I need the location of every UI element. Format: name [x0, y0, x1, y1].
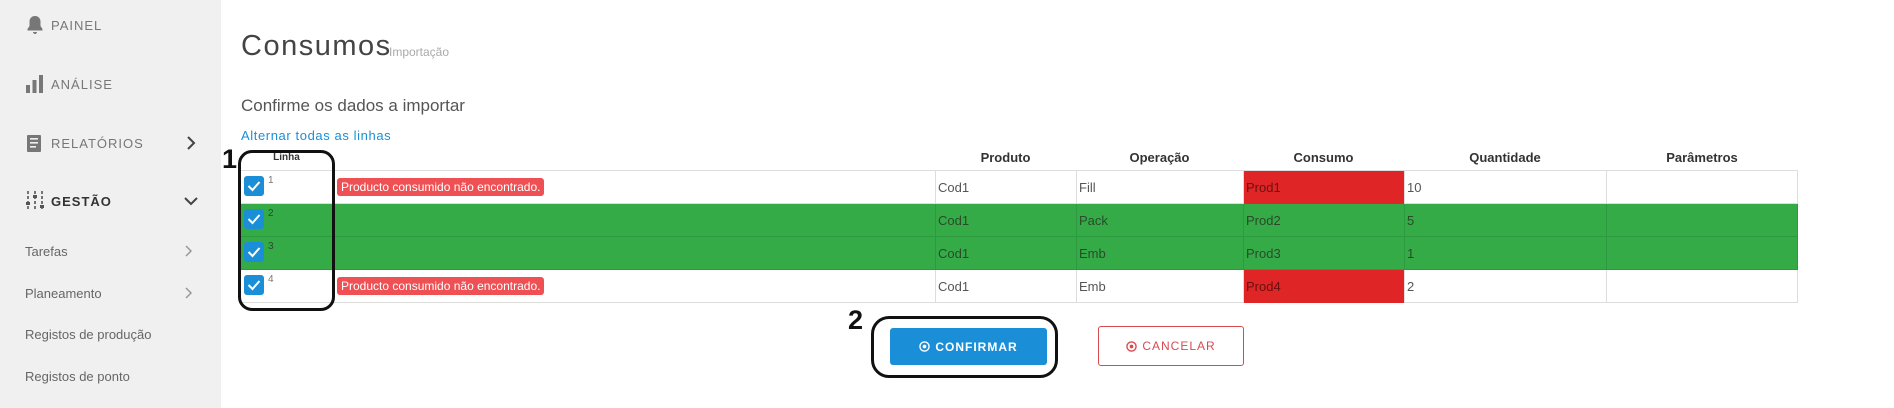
cell-quantity: 2 [1404, 270, 1606, 303]
table-row: 3 Cod1 Emb Prod3 1 [241, 237, 1798, 270]
cell-parameters [1606, 237, 1798, 270]
table-row: 1 Producto consumido não encontrado. Cod… [241, 171, 1798, 204]
annotation-box-line-column [238, 150, 335, 311]
cell-quantity: 5 [1404, 204, 1606, 237]
cell-product: Cod1 [935, 204, 1076, 237]
chevron-right-icon [185, 245, 193, 257]
bell-icon [24, 14, 46, 36]
column-header-quantity: Quantidade [1469, 150, 1541, 165]
chevron-down-icon [184, 197, 198, 206]
sidebar: PAINEL ANÁLISE RELATÓRIOS GESTÃO Tarefas… [0, 0, 221, 408]
error-badge: Producto consumido não encontrado. [337, 277, 545, 295]
toggle-all-lines-link[interactable]: Alternar todas as linhas [241, 128, 391, 143]
cell-product: Cod1 [935, 237, 1076, 270]
cell-quantity: 10 [1404, 171, 1606, 204]
table-row: 2 Cod1 Pack Prod2 5 [241, 204, 1798, 237]
sidebar-item-label: Tarefas [25, 243, 68, 259]
sidebar-item-label: Registos de ponto [25, 368, 130, 384]
cancel-button[interactable]: CANCELAR [1098, 326, 1244, 366]
annotation-number-1: 1 [222, 144, 238, 174]
confirm-button[interactable]: CONFIRMAR [890, 328, 1047, 365]
confirm-button-label: CONFIRMAR [935, 339, 1018, 354]
cell-operation: Pack [1076, 204, 1243, 237]
column-header-operation: Operação [1129, 150, 1190, 165]
cell-product: Cod1 [935, 171, 1076, 204]
column-header-product: Produto [980, 150, 1031, 165]
bar-chart-icon [24, 73, 46, 95]
cell-parameters [1606, 171, 1798, 204]
nav-analise[interactable]: ANÁLISE [24, 72, 199, 96]
nav-gestao[interactable]: GESTÃO [24, 189, 199, 213]
document-icon [24, 132, 46, 154]
cell-parameters [1606, 204, 1798, 237]
cell-product: Cod1 [935, 270, 1076, 303]
cell-parameters [1606, 270, 1798, 303]
sidebar-item-registos-ponto[interactable]: Registos de ponto [25, 366, 195, 386]
circle-x-icon [1126, 340, 1138, 352]
cancel-button-label: CANCELAR [1142, 339, 1216, 353]
sidebar-item-registos-producao[interactable]: Registos de produção [25, 324, 195, 344]
nav-painel[interactable]: PAINEL [24, 13, 199, 37]
sidebar-item-planeamento[interactable]: Planeamento [25, 283, 195, 303]
circle-check-icon [919, 341, 931, 352]
column-header-parameters: Parâmetros [1666, 150, 1738, 165]
sliders-icon [24, 190, 46, 212]
cell-consumption: Prod1 [1243, 171, 1404, 204]
column-header-consumption: Consumo [1293, 150, 1354, 165]
nav-gestao-label: GESTÃO [51, 193, 112, 209]
nav-painel-label: PAINEL [51, 17, 103, 33]
sidebar-item-tarefas[interactable]: Tarefas [25, 241, 195, 261]
annotation-number-2: 2 [848, 305, 864, 335]
sidebar-item-label: Planeamento [25, 285, 102, 301]
cell-consumption: Prod3 [1243, 237, 1404, 270]
nav-analise-label: ANÁLISE [51, 76, 113, 92]
cell-quantity: 1 [1404, 237, 1606, 270]
error-badge: Producto consumido não encontrado. [337, 178, 545, 196]
page-title: Consumos [241, 30, 392, 62]
page-subtitle: Importação [389, 45, 450, 59]
cell-operation: Fill [1076, 171, 1243, 204]
chevron-right-icon [187, 136, 196, 150]
nav-relatorios-label: RELATÓRIOS [51, 135, 144, 151]
cell-consumption: Prod2 [1243, 204, 1404, 237]
cell-operation: Emb [1076, 270, 1243, 303]
cell-operation: Emb [1076, 237, 1243, 270]
nav-relatorios[interactable]: RELATÓRIOS [24, 131, 199, 155]
sidebar-item-label: Registos de produção [25, 326, 152, 342]
section-title: Confirme os dados a importar [241, 96, 465, 115]
chevron-right-icon [185, 287, 193, 299]
cell-consumption: Prod4 [1243, 270, 1404, 303]
table-row: 4 Producto consumido não encontrado. Cod… [241, 270, 1798, 303]
